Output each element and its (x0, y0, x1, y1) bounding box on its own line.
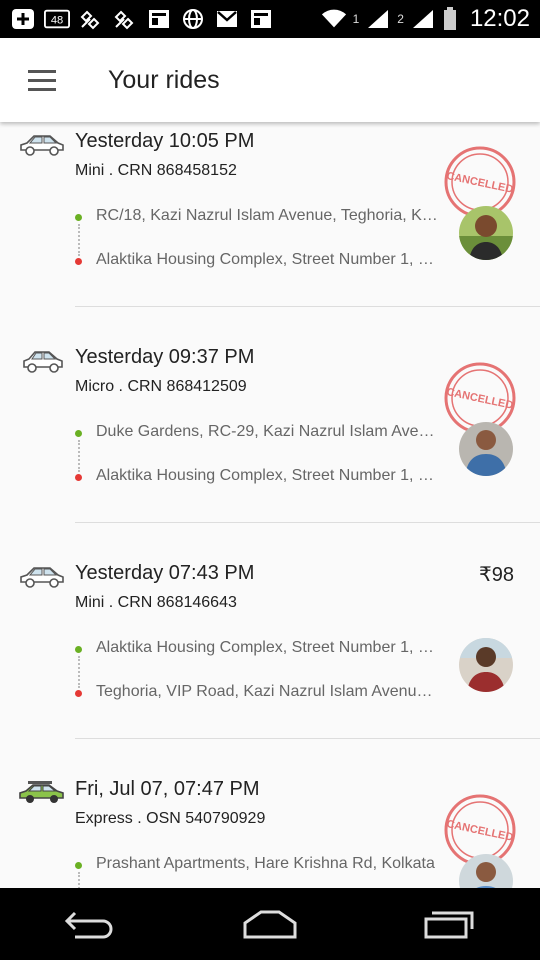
pickup-dot (75, 214, 82, 221)
sim1-label: 1 (352, 12, 360, 26)
ride-item[interactable]: Fri, Jul 07, 07:47 PM Express . OSN 5407… (0, 770, 540, 888)
ride-time: Yesterday 09:37 PM (75, 346, 255, 368)
drop-location: Alaktika Housing Complex, Street Number … (96, 251, 441, 268)
signal-sim2-icon (410, 8, 436, 30)
driver-avatar (459, 422, 513, 476)
route-line (78, 656, 80, 688)
home-icon[interactable] (225, 894, 315, 954)
satellite-icon (78, 8, 104, 30)
recent-apps-icon[interactable] (405, 894, 495, 954)
drop-location: Alaktika Housing Complex, Street Number … (96, 467, 441, 484)
ride-crn: Mini . CRN 868146643 (75, 594, 237, 611)
newspaper-icon (146, 8, 172, 30)
pickup-dot (75, 646, 82, 653)
wifi-icon (321, 8, 347, 30)
rides-list[interactable]: Yesterday 10:05 PM Mini . CRN 868458152 … (0, 122, 540, 888)
pickup-location: RC/18, Kazi Nazrul Islam Avenue, Teghori… (96, 207, 441, 224)
cancelled-label: CANCELLED (445, 170, 514, 196)
route-line (78, 872, 80, 888)
ride-item[interactable]: Yesterday 07:43 PM Mini . CRN 868146643 … (0, 554, 540, 770)
plus-box-icon (10, 8, 36, 30)
status-bar: 48 1 2 12:02 (0, 0, 540, 38)
hamburger-menu-icon[interactable] (0, 38, 84, 122)
cancelled-label: CANCELLED (445, 818, 514, 844)
driver-avatar (459, 206, 513, 260)
drop-location: Teghoria, VIP Road, Kazi Nazrul Islam Av… (96, 683, 441, 700)
sim2-label: 2 (397, 12, 404, 26)
cancelled-label: CANCELLED (445, 386, 514, 412)
sedan-car-icon (18, 564, 66, 590)
gmail-icon (214, 8, 240, 30)
pickup-dot (75, 862, 82, 869)
route-line (78, 224, 80, 256)
signal-sim1-icon (365, 8, 391, 30)
drop-dot (75, 258, 82, 265)
drop-dot (75, 474, 82, 481)
ride-time: Yesterday 10:05 PM (75, 130, 255, 152)
globe-icon (180, 8, 206, 30)
divider (75, 306, 540, 307)
pickup-location: Prashant Apartments, Hare Krishna Rd, Ko… (96, 855, 435, 872)
hatchback-car-icon (22, 348, 70, 374)
newspaper-icon (248, 8, 274, 30)
lte-48-icon: 48 (44, 8, 70, 30)
ride-crn: Express . OSN 540790929 (75, 810, 266, 827)
ride-time: Yesterday 07:43 PM (75, 562, 255, 584)
ride-fare: ₹98 (479, 564, 514, 586)
ride-crn: Micro . CRN 868412509 (75, 378, 247, 395)
pickup-dot (75, 430, 82, 437)
pickup-location: Alaktika Housing Complex, Street Number … (96, 639, 441, 656)
ride-time: Fri, Jul 07, 07:47 PM (75, 778, 260, 800)
ride-item[interactable]: Yesterday 09:37 PM Micro . CRN 868412509… (0, 338, 540, 554)
back-icon[interactable] (45, 894, 135, 954)
ride-crn: Mini . CRN 868458152 (75, 162, 237, 179)
express-car-icon (18, 780, 66, 806)
battery-icon (442, 7, 458, 30)
pickup-location: Duke Gardens, RC-29, Kazi Nazrul Islam A… (96, 423, 441, 440)
page-title: Your rides (108, 65, 220, 94)
driver-avatar (459, 638, 513, 692)
route-line (78, 440, 80, 472)
drop-dot (75, 690, 82, 697)
navigation-bar (0, 888, 540, 960)
divider (75, 522, 540, 523)
sedan-car-icon (18, 132, 66, 158)
ride-item[interactable]: Yesterday 10:05 PM Mini . CRN 868458152 … (0, 122, 540, 338)
divider (75, 738, 540, 739)
badge-48-text: 48 (51, 15, 63, 27)
satellite-icon (112, 8, 138, 30)
clock: 12:02 (469, 5, 530, 32)
app-bar: Your rides (0, 38, 540, 122)
